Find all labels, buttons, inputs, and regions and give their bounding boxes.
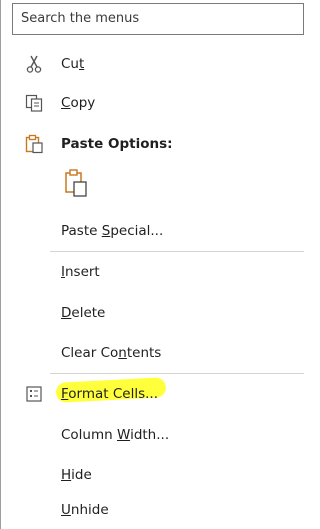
paste-options-header: Paste Options: <box>2 125 304 163</box>
menu-item-clear-contents[interactable]: Clear Contents <box>2 334 304 372</box>
menu-item-cut-label: Cut <box>61 56 85 72</box>
menu-item-column-width[interactable]: Column Width... <box>2 416 304 454</box>
menu-item-format-cells[interactable]: Format Cells... <box>2 375 304 413</box>
menu-separator <box>50 251 304 252</box>
menu-item-copy[interactable]: Copy <box>2 84 304 122</box>
menu-item-clear-contents-label: Clear Contents <box>61 345 162 361</box>
clipboard-icon <box>25 134 43 154</box>
menu-item-cut[interactable]: Cut <box>2 45 304 83</box>
menu-item-column-width-label: Column Width... <box>61 427 170 443</box>
menu-item-hide-label: Hide <box>61 467 92 483</box>
menu-item-copy-label: Copy <box>61 95 96 111</box>
menu-item-unhide-label: Unhide <box>61 502 109 518</box>
menu-item-format-cells-label: Format Cells... <box>61 386 159 402</box>
menu-item-insert-label: Insert <box>61 264 100 280</box>
scissors-icon <box>26 55 42 73</box>
search-placeholder: Search the menus <box>21 11 140 26</box>
format-cells-icon <box>26 386 42 402</box>
menu-item-insert[interactable]: Insert <box>2 253 304 291</box>
menu-separator <box>50 373 304 374</box>
search-menus-input[interactable]: Search the menus <box>12 3 304 35</box>
context-menu: Search the menus Cut Copy Paste Options: <box>0 0 304 529</box>
menu-item-delete-label: Delete <box>61 305 106 321</box>
menu-item-paste-special[interactable]: Paste Special... <box>2 212 304 250</box>
menu-item-unhide[interactable]: Unhide <box>2 491 304 529</box>
menu-item-hide[interactable]: Hide <box>2 456 304 494</box>
paste-options-label: Paste Options: <box>61 136 173 152</box>
menu-item-paste-special-label: Paste Special... <box>61 223 164 239</box>
paste-option-keep-source-button[interactable] <box>57 165 95 203</box>
clipboard-icon <box>65 169 87 197</box>
copy-icon <box>25 94 43 112</box>
menu-item-delete[interactable]: Delete <box>2 294 304 332</box>
